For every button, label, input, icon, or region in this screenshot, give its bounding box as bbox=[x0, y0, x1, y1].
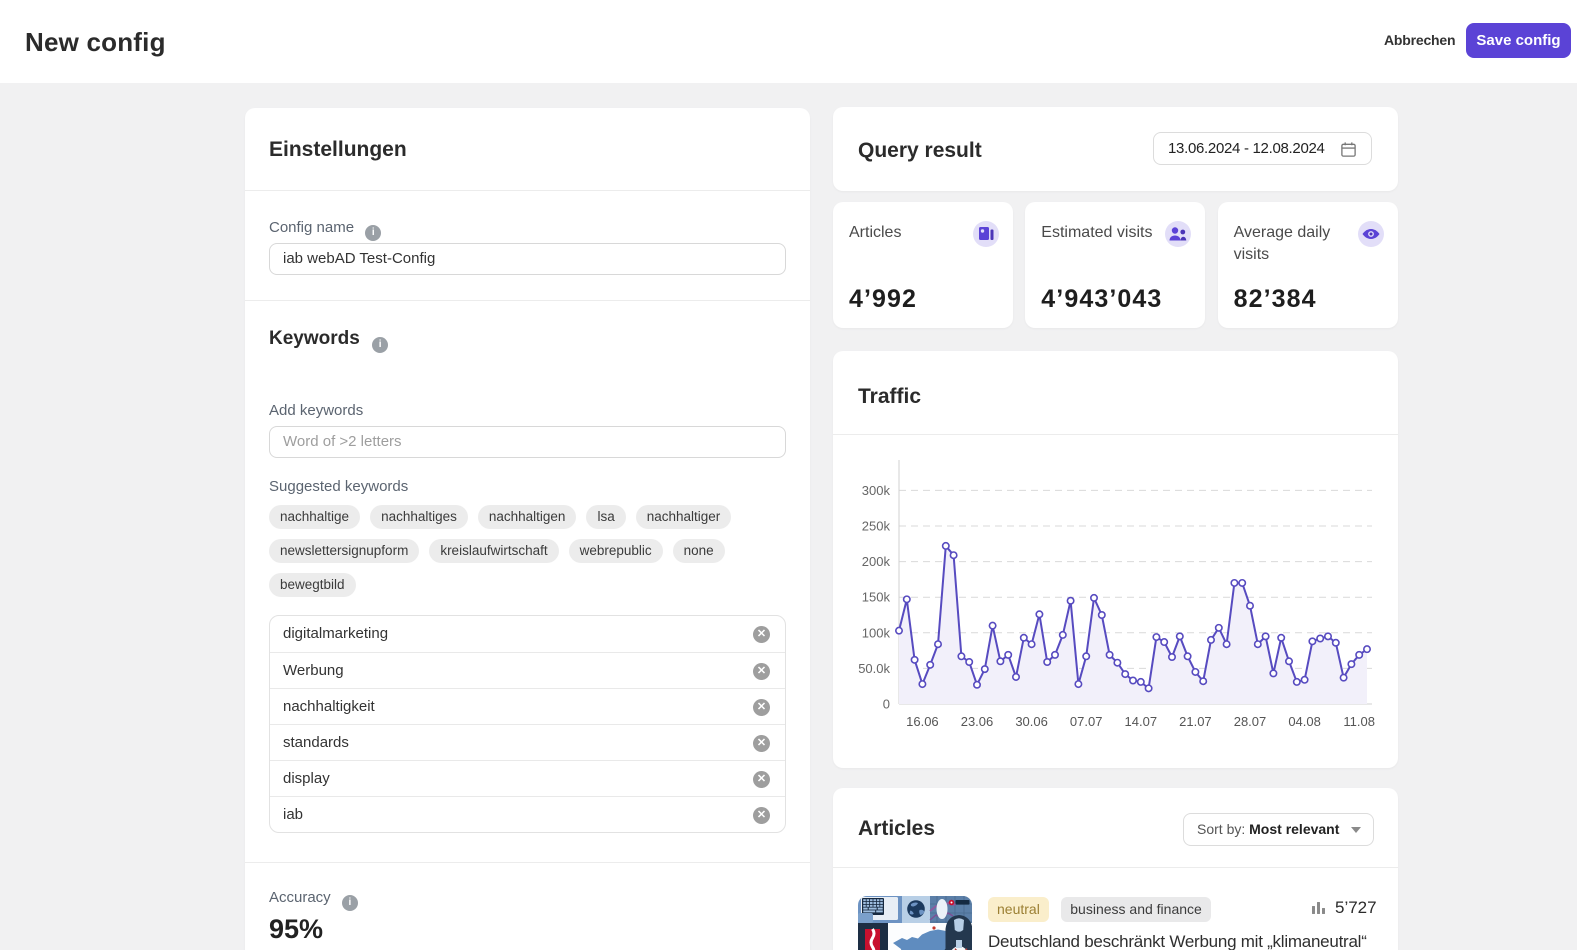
svg-text:16.06: 16.06 bbox=[906, 714, 939, 729]
svg-text:0: 0 bbox=[883, 697, 890, 712]
svg-text:04.08: 04.08 bbox=[1288, 714, 1321, 729]
svg-text:150k: 150k bbox=[862, 590, 891, 605]
svg-text:50.0k: 50.0k bbox=[858, 661, 890, 676]
svg-text:11.08: 11.08 bbox=[1343, 714, 1375, 729]
svg-text:100k: 100k bbox=[862, 625, 891, 640]
svg-text:200k: 200k bbox=[862, 554, 891, 569]
svg-text:250k: 250k bbox=[862, 519, 891, 534]
svg-text:300k: 300k bbox=[862, 483, 891, 498]
svg-text:21.07: 21.07 bbox=[1179, 714, 1212, 729]
svg-text:23.06: 23.06 bbox=[961, 714, 994, 729]
svg-text:14.07: 14.07 bbox=[1125, 714, 1158, 729]
svg-text:07.07: 07.07 bbox=[1070, 714, 1103, 729]
svg-text:30.06: 30.06 bbox=[1015, 714, 1048, 729]
svg-text:28.07: 28.07 bbox=[1234, 714, 1267, 729]
